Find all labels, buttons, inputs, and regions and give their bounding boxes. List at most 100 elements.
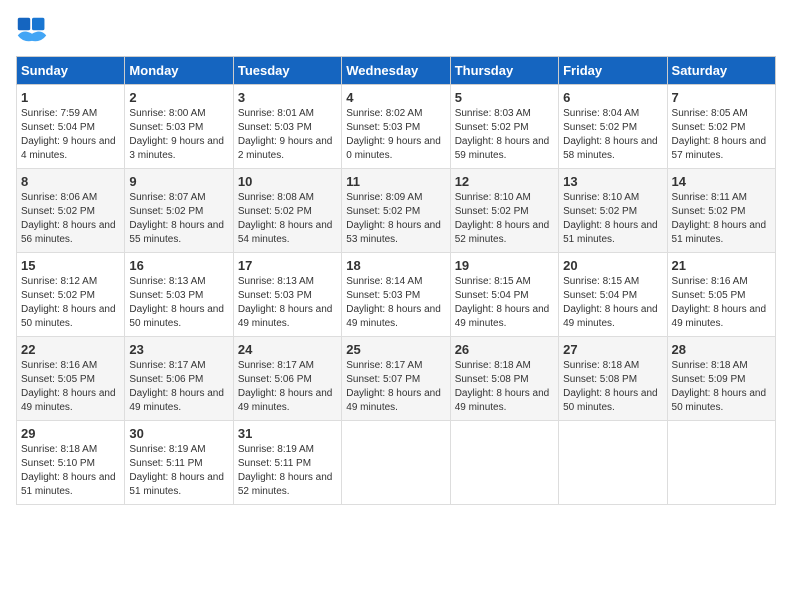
cell-details: Sunrise: 8:04 AMSunset: 5:02 PMDaylight:… xyxy=(563,107,662,163)
calendar-cell: 17 Sunrise: 8:13 AMSunset: 5:03 PMDayligh… xyxy=(233,253,341,337)
day-number: 10 xyxy=(238,174,337,189)
weekday-header: Friday xyxy=(559,57,667,85)
day-number: 6 xyxy=(563,90,662,105)
weekday-header: Tuesday xyxy=(233,57,341,85)
calendar-cell: 14 Sunrise: 8:11 AMSunset: 5:02 PMDayligh… xyxy=(667,169,775,253)
weekday-header: Sunday xyxy=(17,57,125,85)
day-number: 19 xyxy=(455,258,554,273)
calendar-cell: 24 Sunrise: 8:17 AMSunset: 5:06 PMDayligh… xyxy=(233,337,341,421)
cell-details: Sunrise: 8:18 AMSunset: 5:09 PMDaylight:… xyxy=(672,359,771,415)
calendar-cell: 5 Sunrise: 8:03 AMSunset: 5:02 PMDaylight… xyxy=(450,85,558,169)
logo-icon xyxy=(16,16,48,48)
day-number: 14 xyxy=(672,174,771,189)
day-number: 27 xyxy=(563,342,662,357)
cell-details: Sunrise: 8:10 AMSunset: 5:02 PMDaylight:… xyxy=(563,191,662,247)
calendar-cell: 13 Sunrise: 8:10 AMSunset: 5:02 PMDayligh… xyxy=(559,169,667,253)
weekday-header: Monday xyxy=(125,57,233,85)
calendar-cell: 10 Sunrise: 8:08 AMSunset: 5:02 PMDayligh… xyxy=(233,169,341,253)
day-number: 8 xyxy=(21,174,120,189)
day-number: 25 xyxy=(346,342,445,357)
calendar-cell: 31 Sunrise: 8:19 AMSunset: 5:11 PMDayligh… xyxy=(233,421,341,505)
day-number: 2 xyxy=(129,90,228,105)
cell-details: Sunrise: 8:02 AMSunset: 5:03 PMDaylight:… xyxy=(346,107,445,163)
calendar-cell: 29 Sunrise: 8:18 AMSunset: 5:10 PMDayligh… xyxy=(17,421,125,505)
day-number: 13 xyxy=(563,174,662,189)
cell-details: Sunrise: 8:16 AMSunset: 5:05 PMDaylight:… xyxy=(21,359,120,415)
cell-details: Sunrise: 8:18 AMSunset: 5:10 PMDaylight:… xyxy=(21,443,120,499)
cell-details: Sunrise: 8:18 AMSunset: 5:08 PMDaylight:… xyxy=(455,359,554,415)
weekday-header: Thursday xyxy=(450,57,558,85)
calendar-cell xyxy=(559,421,667,505)
day-number: 20 xyxy=(563,258,662,273)
calendar-cell: 16 Sunrise: 8:13 AMSunset: 5:03 PMDayligh… xyxy=(125,253,233,337)
cell-details: Sunrise: 8:00 AMSunset: 5:03 PMDaylight:… xyxy=(129,107,228,163)
day-number: 16 xyxy=(129,258,228,273)
day-number: 4 xyxy=(346,90,445,105)
cell-details: Sunrise: 8:15 AMSunset: 5:04 PMDaylight:… xyxy=(563,275,662,331)
day-number: 5 xyxy=(455,90,554,105)
day-number: 31 xyxy=(238,426,337,441)
calendar-cell: 15 Sunrise: 8:12 AMSunset: 5:02 PMDayligh… xyxy=(17,253,125,337)
calendar-cell: 20 Sunrise: 8:15 AMSunset: 5:04 PMDayligh… xyxy=(559,253,667,337)
calendar-cell: 27 Sunrise: 8:18 AMSunset: 5:08 PMDayligh… xyxy=(559,337,667,421)
calendar-cell: 19 Sunrise: 8:15 AMSunset: 5:04 PMDayligh… xyxy=(450,253,558,337)
cell-details: Sunrise: 8:17 AMSunset: 5:07 PMDaylight:… xyxy=(346,359,445,415)
calendar-cell: 1 Sunrise: 7:59 AMSunset: 5:04 PMDaylight… xyxy=(17,85,125,169)
calendar-cell xyxy=(667,421,775,505)
calendar-cell: 30 Sunrise: 8:19 AMSunset: 5:11 PMDayligh… xyxy=(125,421,233,505)
calendar-cell: 25 Sunrise: 8:17 AMSunset: 5:07 PMDayligh… xyxy=(342,337,450,421)
calendar-cell xyxy=(342,421,450,505)
cell-details: Sunrise: 8:06 AMSunset: 5:02 PMDaylight:… xyxy=(21,191,120,247)
calendar-cell: 23Sunrise: 8:17 AMSunset: 5:06 PMDayligh… xyxy=(125,337,233,421)
cell-details: Sunrise: 8:07 AMSunset: 5:02 PMDaylight:… xyxy=(129,191,228,247)
day-number: 30 xyxy=(129,426,228,441)
calendar-cell: 11Sunrise: 8:09 AMSunset: 5:02 PMDayligh… xyxy=(342,169,450,253)
cell-details: Sunrise: 8:19 AMSunset: 5:11 PMDaylight:… xyxy=(238,443,337,499)
logo xyxy=(16,16,52,48)
weekday-header: Saturday xyxy=(667,57,775,85)
day-number: 26 xyxy=(455,342,554,357)
page-header xyxy=(16,16,776,48)
calendar-cell: 18 Sunrise: 8:14 AMSunset: 5:03 PMDayligh… xyxy=(342,253,450,337)
calendar-cell: 9 Sunrise: 8:07 AMSunset: 5:02 PMDaylight… xyxy=(125,169,233,253)
cell-details: Sunrise: 8:11 AMSunset: 5:02 PMDaylight:… xyxy=(672,191,771,247)
calendar-cell: 26 Sunrise: 8:18 AMSunset: 5:08 PMDayligh… xyxy=(450,337,558,421)
cell-details: Sunrise: 8:05 AMSunset: 5:02 PMDaylight:… xyxy=(672,107,771,163)
cell-details: Sunrise: 7:59 AMSunset: 5:04 PMDaylight:… xyxy=(21,107,120,163)
day-number: 7 xyxy=(672,90,771,105)
day-number: 18 xyxy=(346,258,445,273)
day-number: 24 xyxy=(238,342,337,357)
calendar-cell: 12 Sunrise: 8:10 AMSunset: 5:02 PMDayligh… xyxy=(450,169,558,253)
calendar-cell: 8 Sunrise: 8:06 AMSunset: 5:02 PMDaylight… xyxy=(17,169,125,253)
day-number: 1 xyxy=(21,90,120,105)
cell-details: Sunrise: 8:17 AMSunset: 5:06 PMDaylight:… xyxy=(129,359,228,415)
cell-details: Sunrise: 8:15 AMSunset: 5:04 PMDaylight:… xyxy=(455,275,554,331)
cell-details: Sunrise: 8:14 AMSunset: 5:03 PMDaylight:… xyxy=(346,275,445,331)
cell-details: Sunrise: 8:17 AMSunset: 5:06 PMDaylight:… xyxy=(238,359,337,415)
day-number: 29 xyxy=(21,426,120,441)
cell-details: Sunrise: 8:13 AMSunset: 5:03 PMDaylight:… xyxy=(129,275,228,331)
cell-details: Sunrise: 8:08 AMSunset: 5:02 PMDaylight:… xyxy=(238,191,337,247)
calendar-cell: 22 Sunrise: 8:16 AMSunset: 5:05 PMDayligh… xyxy=(17,337,125,421)
calendar-cell: 3Sunrise: 8:01 AMSunset: 5:03 PMDaylight… xyxy=(233,85,341,169)
calendar-cell: 2 Sunrise: 8:00 AMSunset: 5:03 PMDaylight… xyxy=(125,85,233,169)
day-number: 22 xyxy=(21,342,120,357)
cell-details: Sunrise: 8:12 AMSunset: 5:02 PMDaylight:… xyxy=(21,275,120,331)
cell-details: Sunrise: 8:09 AMSunset: 5:02 PMDaylight:… xyxy=(346,191,445,247)
day-number: 12 xyxy=(455,174,554,189)
cell-details: Sunrise: 8:13 AMSunset: 5:03 PMDaylight:… xyxy=(238,275,337,331)
cell-details: Sunrise: 8:10 AMSunset: 5:02 PMDaylight:… xyxy=(455,191,554,247)
cell-details: Sunrise: 8:19 AMSunset: 5:11 PMDaylight:… xyxy=(129,443,228,499)
weekday-header: Wednesday xyxy=(342,57,450,85)
day-number: 28 xyxy=(672,342,771,357)
day-number: 21 xyxy=(672,258,771,273)
calendar-cell: 7 Sunrise: 8:05 AMSunset: 5:02 PMDaylight… xyxy=(667,85,775,169)
cell-details: Sunrise: 8:18 AMSunset: 5:08 PMDaylight:… xyxy=(563,359,662,415)
calendar-cell xyxy=(450,421,558,505)
calendar-cell: 6 Sunrise: 8:04 AMSunset: 5:02 PMDaylight… xyxy=(559,85,667,169)
day-number: 17 xyxy=(238,258,337,273)
day-number: 15 xyxy=(21,258,120,273)
cell-details: Sunrise: 8:03 AMSunset: 5:02 PMDaylight:… xyxy=(455,107,554,163)
calendar-cell: 4 Sunrise: 8:02 AMSunset: 5:03 PMDaylight… xyxy=(342,85,450,169)
day-number: 9 xyxy=(129,174,228,189)
